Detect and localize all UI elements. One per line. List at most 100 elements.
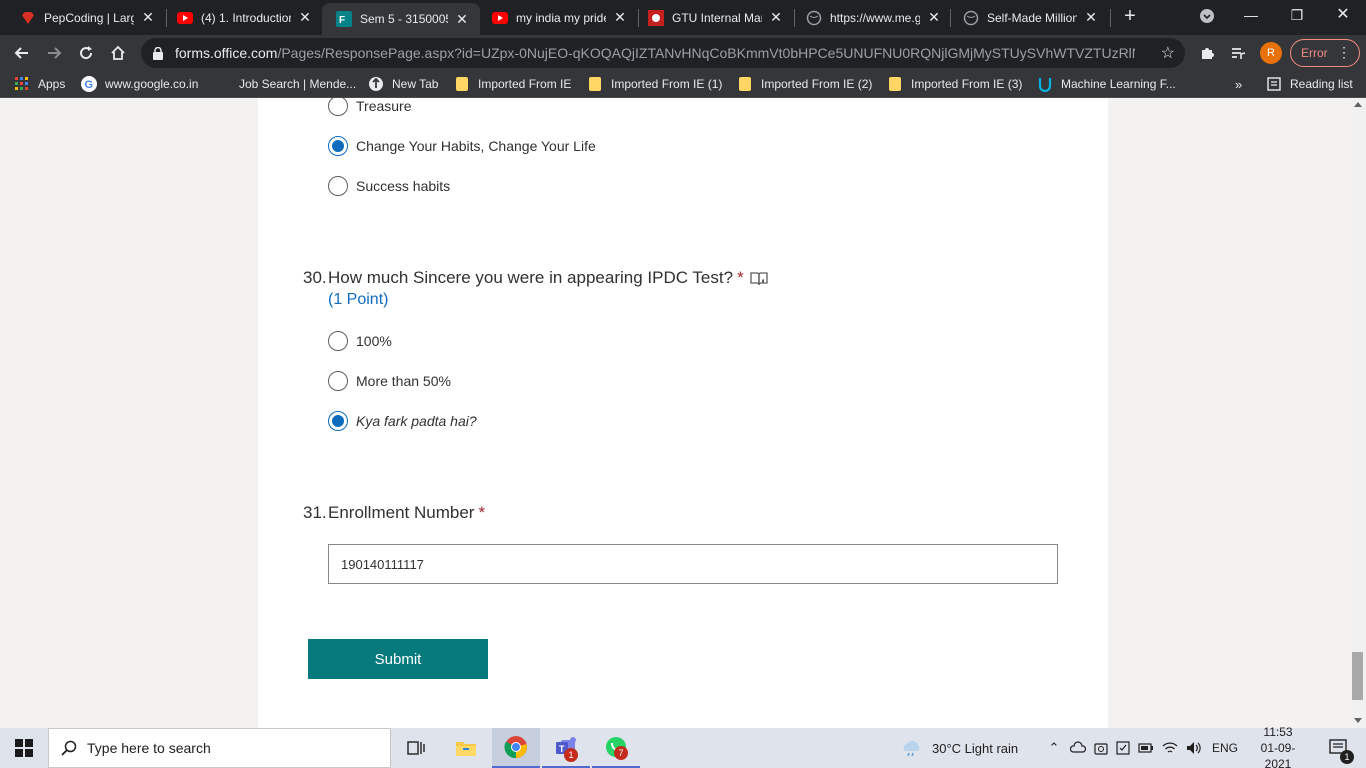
bookmark-imported-ie[interactable]: Imported From IE bbox=[454, 70, 571, 98]
option-kya-fark-padta-hai[interactable]: Kya fark padta hai? bbox=[328, 410, 477, 432]
lock-icon[interactable] bbox=[153, 46, 167, 60]
submit-button[interactable]: Submit bbox=[308, 639, 488, 679]
reload-button[interactable] bbox=[72, 39, 100, 67]
address-bar[interactable]: forms.office.com/Pages/ResponsePage.aspx… bbox=[141, 38, 1185, 68]
enrollment-number-input[interactable]: 190140111117 bbox=[328, 544, 1058, 584]
option-more-than-50[interactable]: More than 50% bbox=[328, 370, 451, 392]
radio-button[interactable] bbox=[328, 98, 348, 116]
tab-gtu[interactable]: GTU Internal Mark ✕ bbox=[634, 0, 794, 35]
cloud-rain-icon bbox=[903, 740, 920, 757]
chrome-taskbar-button[interactable] bbox=[492, 728, 540, 768]
close-icon[interactable]: ✕ bbox=[612, 9, 628, 26]
volume-icon[interactable] bbox=[1186, 741, 1202, 755]
radio-button-selected[interactable] bbox=[328, 136, 348, 156]
bookmark-imported-ie-1[interactable]: Imported From IE (1) bbox=[587, 70, 722, 98]
option-treasure[interactable]: Treasure bbox=[328, 98, 412, 117]
tab-introduction[interactable]: (4) 1. Introduction ✕ bbox=[163, 0, 323, 35]
radio-button-selected[interactable] bbox=[328, 411, 348, 431]
security-icon[interactable] bbox=[1116, 741, 1130, 755]
weather-widget[interactable]: 30°C Light rain bbox=[900, 728, 1018, 768]
input-language[interactable]: ENG bbox=[1212, 728, 1238, 768]
playlist-icon bbox=[1232, 48, 1246, 59]
close-icon[interactable]: ✕ bbox=[140, 9, 156, 26]
tab-my-india[interactable]: my india my pride ✕ bbox=[478, 0, 638, 35]
option-change-your-habits[interactable]: Change Your Habits, Change Your Life bbox=[328, 135, 596, 157]
tab-pepcoding[interactable]: PepCoding | Large ✕ bbox=[6, 0, 166, 35]
new-tab-button[interactable]: + bbox=[1118, 5, 1142, 29]
notification-center-button[interactable]: 1 bbox=[1318, 728, 1358, 768]
scroll-down-arrow-icon[interactable] bbox=[1354, 718, 1362, 723]
google-icon: G bbox=[81, 76, 97, 92]
notification-count-badge: 1 bbox=[1340, 750, 1354, 764]
bookmark-job-search[interactable]: Job Search | Mende... bbox=[215, 70, 356, 98]
camera-icon[interactable] bbox=[1094, 741, 1108, 755]
window-close-button[interactable]: ✕ bbox=[1320, 0, 1366, 32]
onedrive-icon[interactable] bbox=[1070, 741, 1086, 755]
bookmark-machine-learning[interactable]: Machine Learning F... bbox=[1037, 70, 1176, 98]
start-button[interactable] bbox=[0, 728, 48, 768]
close-icon[interactable]: ✕ bbox=[297, 9, 313, 26]
arrow-right-icon bbox=[48, 47, 62, 59]
globe-icon bbox=[963, 10, 979, 26]
kebab-menu-icon[interactable]: ⋮ bbox=[1337, 45, 1351, 59]
bookmark-apps[interactable]: Apps bbox=[14, 70, 65, 98]
forward-button[interactable] bbox=[40, 39, 68, 67]
radio-button[interactable] bbox=[328, 371, 348, 391]
chevron-up-icon[interactable]: ⌃ bbox=[1044, 740, 1064, 756]
close-icon[interactable]: ✕ bbox=[454, 11, 470, 28]
extensions-button[interactable] bbox=[1193, 39, 1221, 67]
youtube-icon bbox=[177, 10, 193, 26]
option-success-habits[interactable]: Success habits bbox=[328, 175, 450, 197]
udacity-icon bbox=[1037, 76, 1053, 92]
bookmark-imported-ie-2[interactable]: Imported From IE (2) bbox=[737, 70, 872, 98]
immersive-reader-icon[interactable] bbox=[750, 271, 768, 287]
tab-self-made[interactable]: Self-Made Million ✕ bbox=[949, 0, 1109, 35]
sync-error-button[interactable]: Error ⋮ bbox=[1290, 39, 1360, 67]
reading-list-button[interactable]: Reading list bbox=[1266, 70, 1353, 98]
close-icon[interactable]: ✕ bbox=[768, 9, 784, 26]
scrollbar-thumb[interactable] bbox=[1352, 652, 1363, 700]
bookmark-new-tab[interactable]: New Tab bbox=[368, 70, 438, 98]
teams-taskbar-button[interactable]: T 1 bbox=[542, 728, 590, 768]
whatsapp-taskbar-button[interactable]: 7 bbox=[592, 728, 640, 768]
tab-me[interactable]: https://www.me.g ✕ bbox=[792, 0, 952, 35]
file-explorer-button[interactable] bbox=[442, 728, 490, 768]
option-100-percent[interactable]: 100% bbox=[328, 330, 392, 352]
task-view-icon bbox=[407, 741, 425, 755]
wifi-icon[interactable] bbox=[1162, 741, 1178, 755]
scroll-up-arrow-icon[interactable] bbox=[1354, 102, 1362, 107]
home-button[interactable] bbox=[104, 39, 132, 67]
tab-strip: PepCoding | Large ✕ (4) 1. Introduction … bbox=[0, 0, 1366, 35]
radio-button[interactable] bbox=[328, 331, 348, 351]
page-scrollbar[interactable] bbox=[1350, 98, 1366, 728]
restore-button[interactable]: ❐ bbox=[1274, 0, 1320, 32]
profile-avatar[interactable]: R bbox=[1260, 42, 1282, 64]
taskbar-search-box[interactable]: Type here to search bbox=[48, 728, 391, 768]
arrow-left-icon bbox=[14, 47, 28, 59]
question-points: (1 Point) bbox=[328, 291, 389, 308]
battery-icon[interactable] bbox=[1138, 742, 1154, 754]
search-icon bbox=[61, 740, 77, 756]
tab-search-button[interactable] bbox=[1184, 0, 1230, 32]
home-icon bbox=[111, 45, 125, 60]
folder-icon bbox=[454, 76, 470, 92]
bookmarks-overflow-button[interactable]: » bbox=[1235, 70, 1242, 98]
back-button[interactable] bbox=[8, 39, 36, 67]
bookmark-star-icon[interactable]: ☆ bbox=[1161, 43, 1175, 63]
reload-icon bbox=[80, 46, 93, 60]
bookmark-imported-ie-3[interactable]: Imported From IE (3) bbox=[887, 70, 1022, 98]
bookmarks-bar: Apps G www.google.co.in Job Search | Men… bbox=[0, 70, 1366, 98]
bookmark-google[interactable]: G www.google.co.in bbox=[81, 70, 198, 98]
task-view-button[interactable] bbox=[392, 728, 440, 768]
teams-notification-badge: 1 bbox=[564, 748, 578, 762]
required-asterisk: * bbox=[737, 268, 744, 287]
close-icon[interactable]: ✕ bbox=[1083, 9, 1099, 26]
minimize-button[interactable]: — bbox=[1228, 0, 1274, 32]
system-clock[interactable]: 11:53 01-09-2021 bbox=[1248, 725, 1308, 768]
media-control-button[interactable] bbox=[1224, 39, 1252, 67]
ms-forms-icon: F bbox=[336, 11, 352, 27]
close-icon[interactable]: ✕ bbox=[926, 9, 942, 26]
folder-icon bbox=[737, 76, 753, 92]
tab-sem5-active[interactable]: F Sem 5 - 3150005 ✕ bbox=[322, 3, 480, 35]
radio-button[interactable] bbox=[328, 176, 348, 196]
